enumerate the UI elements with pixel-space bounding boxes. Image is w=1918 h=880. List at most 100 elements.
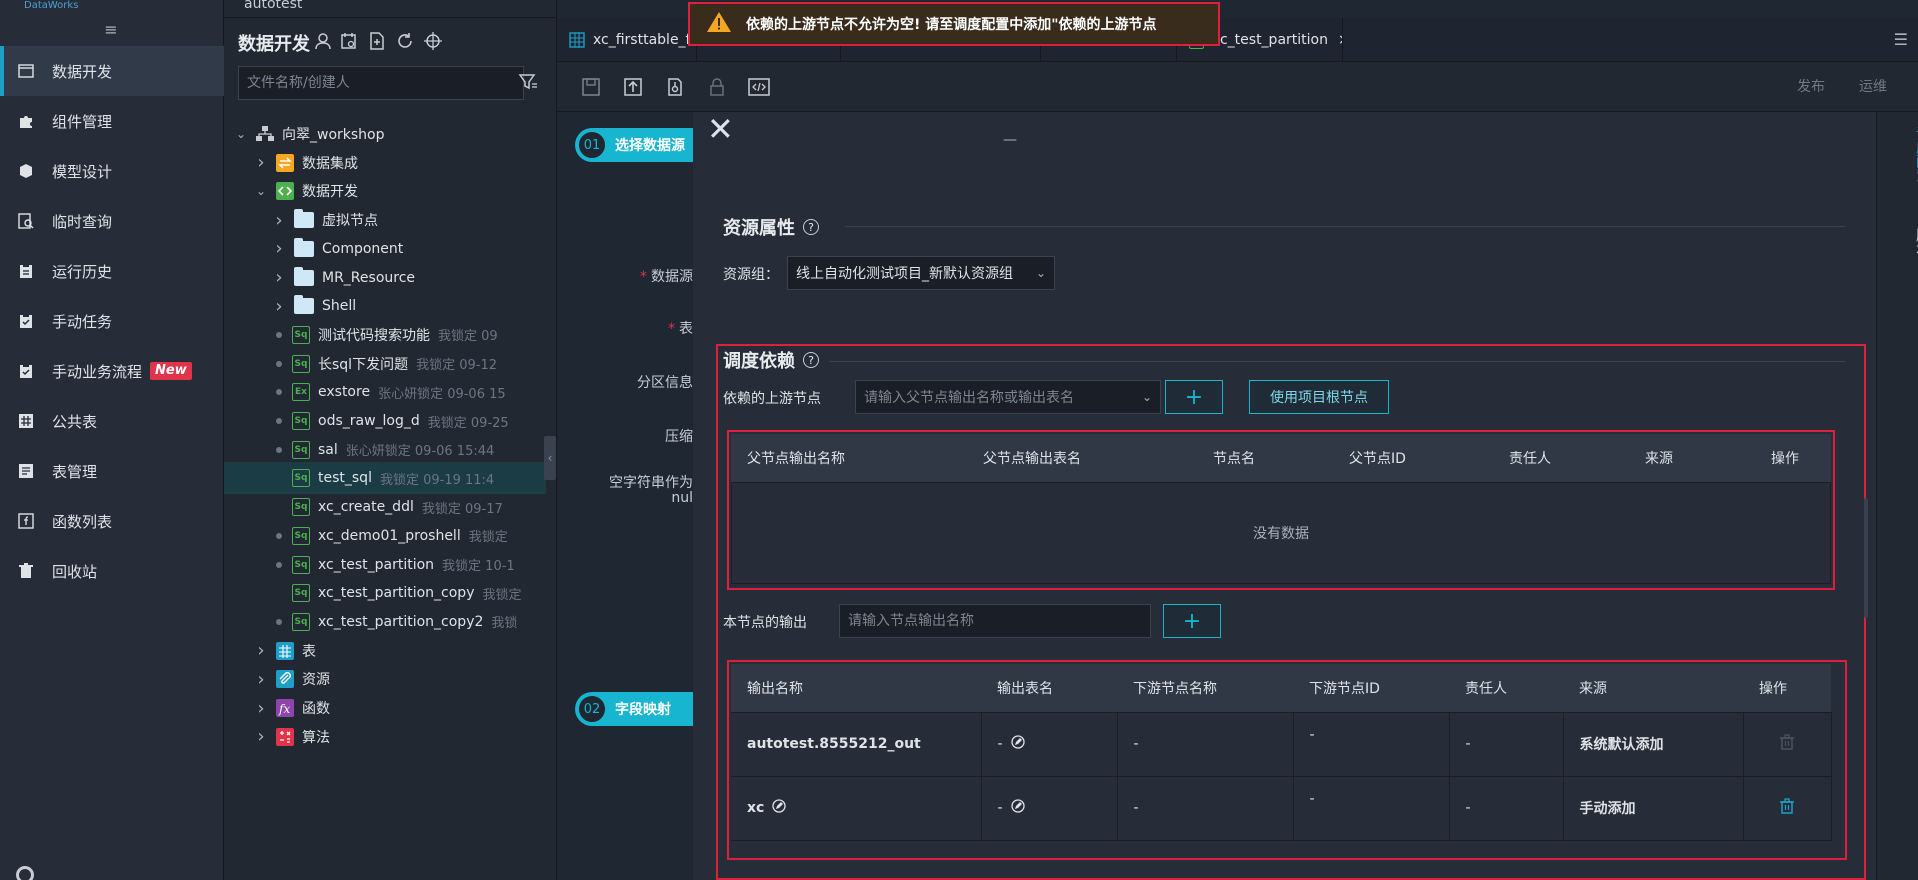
tree-row[interactable]: Sq ods_raw_log_d 我锁定 09-25	[224, 405, 557, 437]
tree-row-label: 数据开发	[302, 184, 358, 201]
collapse-handle[interactable]: ‹	[544, 436, 556, 480]
locate-icon[interactable]	[422, 30, 444, 52]
delete-icon[interactable]	[1779, 798, 1795, 814]
nav-item-label: 模型设计	[52, 162, 113, 181]
settings-icon[interactable]	[16, 866, 34, 880]
code-view-icon[interactable]	[747, 75, 771, 99]
nav-item-9[interactable]: 函数列表	[0, 496, 224, 546]
nav-item-5[interactable]: 手动任务	[0, 296, 224, 346]
add-output-button[interactable]: +	[1163, 604, 1221, 638]
nav-item-8[interactable]: 表管理	[0, 446, 224, 496]
edit-icon[interactable]	[1010, 799, 1025, 817]
chevron-down-icon[interactable]: ⌄	[254, 184, 268, 198]
nav-item-10[interactable]: 回收站	[0, 546, 224, 596]
tree-row[interactable]: Sq test_sql 我锁定 09-19 11:4	[224, 462, 546, 495]
nav-item-label: 表管理	[52, 462, 98, 481]
chevron-right-icon[interactable]: ›	[272, 267, 286, 288]
tree-row[interactable]: › Component	[224, 233, 557, 265]
lock-status: 我锁	[491, 616, 518, 632]
chevron-right-icon[interactable]: ›	[254, 698, 268, 719]
close-icon[interactable]: ✕	[707, 112, 734, 148]
tree-row[interactable]: › 虚拟节点	[224, 204, 557, 236]
tree-row[interactable]: › MR_Resource	[224, 262, 557, 294]
tree-row[interactable]: Sq xc_demo01_proshell 我锁定	[224, 520, 557, 552]
tree-row[interactable]: › 资源	[224, 663, 557, 695]
table-row: autotest.8555212_out - - - - 系统默认添加	[731, 712, 1832, 777]
chevron-right-icon[interactable]: ›	[254, 640, 268, 661]
output-cell-owner: -	[1449, 776, 1564, 841]
tree-row[interactable]: › fx 函数	[224, 692, 557, 724]
help-icon[interactable]: ?	[803, 352, 819, 368]
scrollbar[interactable]	[1864, 498, 1868, 618]
nav-item-1[interactable]: 组件管理	[0, 96, 224, 146]
status-dot	[276, 389, 282, 396]
nav-item-6[interactable]: 手动业务流程 New	[0, 346, 224, 396]
tree-row[interactable]: Sq sal 张心妍锁定 09-06 15:44	[224, 434, 557, 466]
edit-icon[interactable]	[772, 799, 786, 817]
table-icon	[569, 32, 585, 48]
chevron-down-icon[interactable]: ⌄	[234, 127, 248, 141]
tree-row[interactable]: Sq xc_test_partition_copy2 我锁	[224, 606, 557, 638]
tree-search-input[interactable]	[238, 66, 524, 100]
user-icon[interactable]	[312, 30, 334, 52]
upstream-col-header: 父节点ID	[1333, 434, 1493, 483]
tree-row[interactable]: › 数据集成	[224, 147, 557, 179]
tab-0[interactable]: xc_firsttable_fu	[557, 18, 697, 62]
nav-item-3[interactable]: 临时查询	[0, 196, 224, 246]
tree-row[interactable]: › 表	[224, 635, 557, 667]
use-root-node-button[interactable]: 使用项目根节点	[1249, 380, 1389, 414]
edit-icon[interactable]	[1010, 735, 1025, 753]
tree-row-label: Component	[322, 240, 404, 257]
tree-row[interactable]: Sq xc_test_partition 我锁定 10-1	[224, 549, 557, 581]
nav-item-4[interactable]: 运行历史	[0, 246, 224, 296]
rail-tab-schedule[interactable]: 调度配置	[1888, 126, 1918, 182]
chevron-right-icon[interactable]: ›	[272, 296, 286, 317]
close-tab-icon[interactable]: ×	[1338, 32, 1342, 48]
upstream-col-header: 父节点输出名称	[731, 434, 967, 483]
section-divider	[829, 361, 1845, 362]
tree-row[interactable]: › Shell	[224, 290, 557, 322]
chevron-right-icon[interactable]: ›	[254, 726, 268, 747]
output-name-input[interactable]	[839, 604, 1151, 638]
tab-menu-icon[interactable]: ☰	[1894, 30, 1908, 49]
submit-icon[interactable]	[621, 75, 645, 99]
tree-row[interactable]: › 算法	[224, 721, 557, 753]
nav-item-0[interactable]: 数据开发	[0, 46, 224, 96]
save-icon[interactable]	[579, 75, 603, 99]
resource-group-select[interactable]: 线上自动化测试项目_新默认资源组 ⌄	[787, 256, 1055, 290]
chevron-right-icon[interactable]: ›	[254, 152, 268, 173]
tree-row[interactable]: ⌄ 数据开发	[224, 175, 557, 207]
tree-row[interactable]: Sq 测试代码搜索功能 我锁定 09	[224, 319, 557, 351]
chevron-right-icon[interactable]: ›	[272, 238, 286, 259]
tree-row[interactable]: Sq 长sql下发问题 我锁定 09-12	[224, 348, 557, 380]
upstream-label: 依赖的上游节点	[723, 391, 821, 407]
menu-icon[interactable]: ≡	[100, 20, 122, 39]
tree-row[interactable]: Sq xc_create_ddl 我锁定 09-17	[224, 491, 557, 523]
add-upstream-button[interactable]: +	[1165, 380, 1223, 414]
publish-button[interactable]: 发布	[1797, 76, 1825, 96]
calendar-search-icon[interactable]	[338, 30, 360, 52]
lock-status: 我锁定	[468, 530, 508, 546]
lock-icon[interactable]	[705, 75, 729, 99]
tree-row[interactable]: ⌄ 向翠_workshop	[224, 118, 557, 150]
chevron-right-icon[interactable]: ›	[272, 210, 286, 231]
refresh-icon[interactable]	[394, 30, 416, 52]
nav-item-7[interactable]: 公共表	[0, 396, 224, 446]
step-label: 字段映射	[615, 702, 671, 718]
filter-icon[interactable]	[518, 72, 538, 96]
tree-row[interactable]: Sq xc_test_partition_copy 我锁定	[224, 577, 557, 609]
delete-icon[interactable]	[1779, 734, 1795, 750]
new-file-icon[interactable]	[366, 30, 388, 52]
nav-item-2[interactable]: 模型设计	[0, 146, 224, 196]
chevron-right-icon[interactable]: ›	[254, 669, 268, 690]
rail-tab-version[interactable]: 版本	[1888, 228, 1918, 256]
dev-icon	[276, 182, 294, 201]
ops-button[interactable]: 运维	[1859, 76, 1887, 96]
tree-row-label: xc_test_partition_copy	[318, 585, 475, 602]
output-col-header: 输出名称	[731, 664, 981, 713]
tree-row[interactable]: Ex exstore 张心妍锁定 09-06 15	[224, 376, 557, 408]
tree-row-label: exstore	[318, 384, 371, 401]
steal-lock-icon[interactable]	[663, 75, 687, 99]
upstream-select[interactable]: 请输入父节点输出名称或输出表名 ⌄	[855, 380, 1161, 414]
help-icon[interactable]: ?	[803, 219, 819, 235]
